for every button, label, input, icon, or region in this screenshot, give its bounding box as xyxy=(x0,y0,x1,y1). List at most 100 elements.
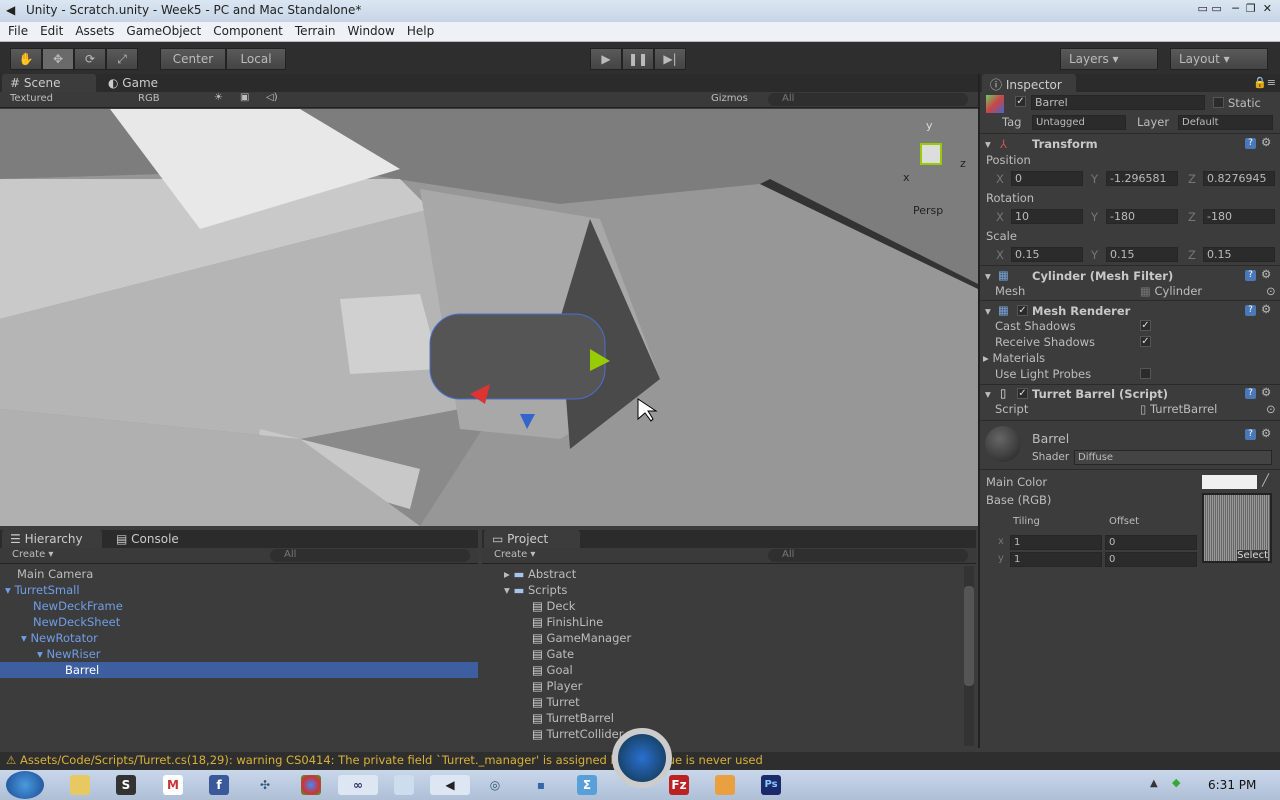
foldout-icon[interactable]: ▾ xyxy=(985,269,991,283)
chrome-icon[interactable] xyxy=(301,775,321,795)
explorer-icon[interactable] xyxy=(70,775,90,795)
menu-terrain[interactable]: Terrain xyxy=(287,22,340,38)
lock-icon[interactable]: 🔒≡ xyxy=(1253,76,1276,89)
scale-y-field[interactable]: 0.15 xyxy=(1106,247,1178,262)
powershell-icon[interactable]: Σ xyxy=(577,775,597,795)
object-picker-icon[interactable]: ⊙ xyxy=(1266,402,1276,416)
lighting-toggle-icon[interactable]: ☀ xyxy=(214,92,223,103)
step-button[interactable]: ▶| xyxy=(654,48,686,70)
scale-tool-icon[interactable]: ⤢ xyxy=(106,48,138,70)
cast-shadows-checkbox[interactable]: ✓ xyxy=(1140,320,1151,331)
notepad-icon[interactable] xyxy=(394,775,414,795)
menu-file[interactable]: File xyxy=(0,22,32,38)
light-probes-checkbox[interactable] xyxy=(1140,368,1151,379)
offset-y-field[interactable]: 0 xyxy=(1105,552,1197,567)
clock[interactable]: 6:31 PM xyxy=(1208,778,1256,792)
tiling-y-field[interactable]: 1 xyxy=(1010,552,1102,567)
layout-dropdown[interactable]: Layout ▾ xyxy=(1170,48,1268,70)
hierarchy-item[interactable]: ▾ NewRotator xyxy=(0,630,478,646)
pause-button[interactable]: ❚❚ xyxy=(622,48,654,70)
scene-orientation-gizmo[interactable]: y x z xyxy=(900,119,970,189)
network-icon[interactable]: ◆ xyxy=(1172,776,1180,789)
hierarchy-item[interactable]: ▾ NewRiser xyxy=(0,646,478,662)
hierarchy-item[interactable]: ▾ TurretSmall xyxy=(0,582,478,598)
tab-console[interactable]: ▤ Console xyxy=(108,530,187,548)
menu-gameobject[interactable]: GameObject xyxy=(118,22,205,38)
gear-icon[interactable]: ⚙ xyxy=(1261,302,1271,316)
color-mode-dropdown[interactable]: RGB xyxy=(138,93,160,104)
script-item[interactable]: ▤ GameManager xyxy=(482,630,976,646)
tab-project[interactable]: ▭ Project xyxy=(484,530,580,548)
move-tool-icon[interactable]: ✥ xyxy=(42,48,74,70)
object-name-input[interactable]: Barrel xyxy=(1031,95,1205,110)
help-icon[interactable]: ? xyxy=(1245,270,1256,281)
tab-inspector[interactable]: ⓘ Inspector xyxy=(982,74,1076,92)
foldout-icon[interactable]: ▾ xyxy=(985,387,991,401)
tab-hierarchy[interactable]: ☰ Hierarchy xyxy=(2,530,102,548)
scale-z-field[interactable]: 0.15 xyxy=(1203,247,1275,262)
hand-tool-icon[interactable]: ✋ xyxy=(10,48,42,70)
facebook-icon[interactable]: f xyxy=(209,775,229,795)
tag-dropdown[interactable]: Untagged xyxy=(1032,115,1126,130)
scene-viewport[interactable] xyxy=(0,109,978,526)
gizmos-dropdown[interactable]: Gizmos xyxy=(711,93,748,104)
render-mode-dropdown[interactable]: Textured xyxy=(10,93,53,104)
eyedropper-icon[interactable]: ╱ xyxy=(1262,473,1269,487)
gear-icon[interactable]: ⚙ xyxy=(1261,267,1271,281)
texture-slot[interactable]: Select xyxy=(1202,493,1272,563)
script-item[interactable]: ▤ Goal xyxy=(482,662,976,678)
offset-x-field[interactable]: 0 xyxy=(1105,535,1197,550)
script-item[interactable]: ▤ Player xyxy=(482,678,976,694)
tab-scene[interactable]: # Scene xyxy=(2,74,96,92)
receive-shadows-checkbox[interactable]: ✓ xyxy=(1140,336,1151,347)
menu-window[interactable]: Window xyxy=(340,22,399,38)
project-create-button[interactable]: Create ▾ xyxy=(494,549,535,560)
menu-component[interactable]: Component xyxy=(205,22,287,38)
foldout-icon[interactable]: ▾ xyxy=(985,304,991,318)
window-controls[interactable]: ▭ ▭ ─ ❐ ✕ xyxy=(1198,2,1272,15)
photoshop-icon[interactable]: Ps xyxy=(761,775,781,795)
object-picker-icon[interactable]: ⊙ xyxy=(1266,284,1276,298)
layer-dropdown[interactable]: Default xyxy=(1178,115,1273,130)
script-item[interactable]: ▤ TurretBarrel xyxy=(482,710,976,726)
script-item[interactable]: ▤ Deck xyxy=(482,598,976,614)
script-enabled-checkbox[interactable]: ✓ xyxy=(1017,388,1028,399)
position-x-field[interactable]: 0 xyxy=(1011,171,1083,186)
start-button[interactable] xyxy=(6,771,44,799)
gear-icon[interactable]: ⚙ xyxy=(1261,135,1271,149)
shader-dropdown[interactable]: Diffuse xyxy=(1074,450,1272,465)
static-checkbox[interactable] xyxy=(1213,97,1224,108)
folder-item[interactable]: ▾ ▬ Scripts xyxy=(482,582,976,598)
hierarchy-create-button[interactable]: Create ▾ xyxy=(12,549,53,560)
gear-icon[interactable]: ⚙ xyxy=(1261,426,1271,440)
app-icon[interactable]: ◎ xyxy=(485,775,505,795)
hierarchy-item[interactable]: NewDeckSheet xyxy=(0,614,478,630)
help-icon[interactable]: ? xyxy=(1245,429,1256,440)
hierarchy-item-selected[interactable]: Barrel xyxy=(0,662,478,678)
rotation-y-field[interactable]: -180 xyxy=(1106,209,1178,224)
foldout-icon[interactable]: ▾ xyxy=(985,137,991,151)
scene-search-input[interactable]: All xyxy=(768,93,968,106)
script-item[interactable]: ▤ FinishLine xyxy=(482,614,976,630)
project-search-input[interactable]: All xyxy=(768,549,968,562)
menu-edit[interactable]: Edit xyxy=(32,22,67,38)
folder-item[interactable]: ▸ ▬ Abstract xyxy=(482,566,976,582)
tray-expand-icon[interactable]: ▲ xyxy=(1150,778,1158,789)
pivot-center-button[interactable]: Center xyxy=(160,48,226,70)
mesh-field[interactable]: ▦ Cylinder xyxy=(1140,284,1202,298)
play-button[interactable]: ▶ xyxy=(590,48,622,70)
script-field[interactable]: ▯ TurretBarrel xyxy=(1140,402,1217,416)
hierarchy-item[interactable]: Main Camera xyxy=(0,566,478,582)
project-scrollbar[interactable] xyxy=(964,566,974,746)
script-item[interactable]: ▤ Gate xyxy=(482,646,976,662)
menu-help[interactable]: Help xyxy=(399,22,438,38)
script-item[interactable]: ▤ TurretCollider xyxy=(482,726,976,742)
remote-desktop-icon[interactable]: ▪ xyxy=(531,775,551,795)
position-z-field[interactable]: 0.8276945 xyxy=(1203,171,1275,186)
gmail-icon[interactable]: M xyxy=(163,775,183,795)
rotate-tool-icon[interactable]: ⟳ xyxy=(74,48,106,70)
steam-icon[interactable]: S xyxy=(116,775,136,795)
rotation-z-field[interactable]: -180 xyxy=(1203,209,1275,224)
skybox-toggle-icon[interactable]: ▣ xyxy=(240,92,249,103)
rotation-x-field[interactable]: 10 xyxy=(1011,209,1083,224)
